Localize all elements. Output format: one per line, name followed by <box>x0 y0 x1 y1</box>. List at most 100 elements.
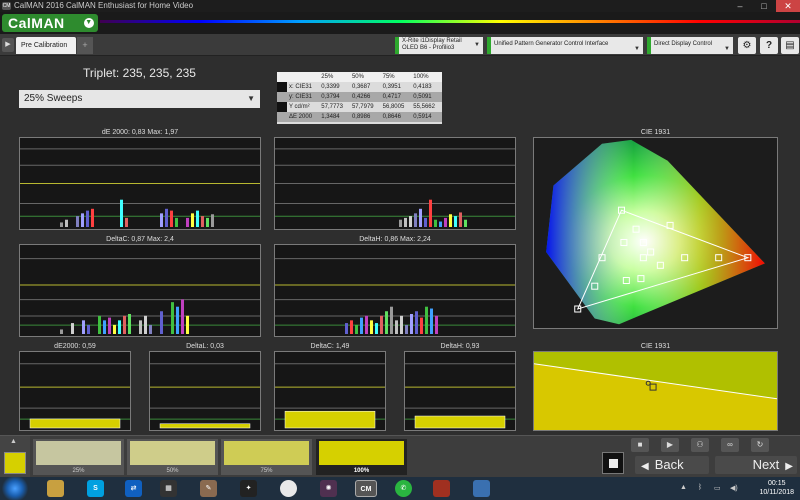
table-row: Y cd/m² 57,7773 57,7979 56,8005 55,5662 <box>277 102 442 112</box>
table-cell: 56,8005 <box>382 104 405 110</box>
calman-taskbar-icon[interactable]: CM <box>355 480 377 497</box>
bar <box>430 308 433 334</box>
play-arrow-icon[interactable]: ▶ <box>2 38 14 52</box>
remote-desktop-icon[interactable] <box>473 480 490 497</box>
refresh-icon[interactable]: ↻ <box>751 438 769 452</box>
current-color-swatch <box>4 452 26 474</box>
read-series-icon[interactable]: ⚇ <box>691 438 709 452</box>
back-button[interactable]: ◀ Back <box>635 456 709 474</box>
row-label: x: CIE31 <box>289 84 313 90</box>
cie-svg <box>546 139 765 325</box>
small-deltah-chart <box>404 351 516 431</box>
patch-100[interactable]: 100% <box>316 439 407 475</box>
play-icon[interactable]: ▶ <box>661 438 679 452</box>
paint-icon[interactable]: ✎ <box>200 480 217 497</box>
chrome-icon[interactable] <box>280 480 297 497</box>
bluetooth-icon[interactable]: ᛒ <box>698 484 702 491</box>
media-app-icon[interactable]: ✺ <box>320 480 337 497</box>
layout-button[interactable]: ▤ <box>781 37 799 54</box>
bar <box>65 219 68 227</box>
bar <box>424 217 427 227</box>
patch-50[interactable]: 50% <box>127 439 218 475</box>
table-cell: 57,7773 <box>321 104 343 110</box>
patch-25[interactable]: 25% <box>33 439 124 475</box>
close-icon[interactable]: ✕ <box>776 0 800 12</box>
bar <box>444 217 447 227</box>
meter-selector[interactable]: X-Rite i1Display Retail OLED B6 - Profil… <box>395 37 483 54</box>
cie-top-title: CIE 1931 <box>640 129 671 136</box>
start-button[interactable] <box>0 477 30 500</box>
bar <box>399 219 402 227</box>
tray-chevron-icon[interactable]: ▲ <box>680 484 687 491</box>
bar <box>76 216 79 227</box>
table-header: 100% <box>411 72 442 82</box>
bar-chart-svg <box>20 258 260 334</box>
layout-icon: ▤ <box>785 40 795 51</box>
skype-icon[interactable]: S <box>87 480 104 497</box>
window-title: CalMAN 2016 CalMAN Enthusiast for Home V… <box>14 1 194 10</box>
app-icon-red[interactable] <box>433 480 450 497</box>
minimize-icon[interactable]: – <box>728 0 752 12</box>
chevron-up-icon[interactable]: ▲ <box>10 438 17 445</box>
sweep-select[interactable]: 25% Sweeps ▼ <box>19 90 260 108</box>
bar <box>86 210 89 227</box>
add-tab-button[interactable]: + <box>77 37 93 54</box>
stop-icon[interactable]: ■ <box>631 438 649 452</box>
bar <box>125 217 128 227</box>
table-row: x: CIE31 0,3399 0,3687 0,3951 0,4183 <box>277 82 442 92</box>
value-bar <box>414 415 506 429</box>
settings-app-icon[interactable]: ▦ <box>160 480 177 497</box>
window-controls: – □ ✕ <box>728 0 800 12</box>
patch-swatch <box>224 441 309 465</box>
chevron-down-icon: ▼ <box>724 46 730 52</box>
teamviewer-icon[interactable]: ⇄ <box>125 480 142 497</box>
small-chart-svg <box>150 363 260 429</box>
app-icon-dark[interactable]: ✦ <box>240 480 257 497</box>
bar <box>160 213 163 227</box>
small-chart-svg <box>275 363 385 429</box>
maximize-icon[interactable]: □ <box>752 0 776 12</box>
continuous-icon[interactable]: ∞ <box>721 438 739 452</box>
bar-chart-svg <box>275 148 515 227</box>
table-cell: 57,7979 <box>351 104 374 110</box>
bar <box>360 317 363 334</box>
bar <box>410 313 413 334</box>
patch-swatch <box>36 441 121 465</box>
table-row: ΔE 2000 1,3484 0,8986 0,8646 0,5914 <box>277 112 442 122</box>
next-label: Next <box>752 457 780 472</box>
table-header: 25% <box>319 72 350 82</box>
system-clock: 00:15 10/11/2018 <box>759 479 794 497</box>
bar <box>435 315 438 334</box>
logo-text: CalMAN <box>8 15 65 31</box>
small-chart-svg <box>405 363 515 429</box>
bar <box>128 313 131 334</box>
bar <box>123 315 126 334</box>
generator-selector[interactable]: Unified Pattern Generator Control Interf… <box>487 37 643 54</box>
table-cell: 0,5091 <box>411 92 442 102</box>
table-cell: 0,8986 <box>349 112 381 122</box>
bar <box>165 208 168 227</box>
display-selector[interactable]: Direct Display Control ▼ <box>647 37 733 54</box>
calman-logo-button[interactable]: CalMAN ▼ <box>2 14 98 32</box>
stop-button[interactable] <box>602 452 624 474</box>
bar <box>464 219 467 227</box>
patch-75[interactable]: 75% <box>221 439 312 475</box>
network-icon[interactable]: ▭ <box>714 484 721 492</box>
next-button[interactable]: Next ▶ <box>715 456 797 474</box>
volume-icon[interactable]: ◀) <box>730 484 738 492</box>
whatsapp-icon[interactable]: ✆ <box>395 480 412 497</box>
workspace: Triplet: 235, 235, 235 25% Sweeps ▼ 25% … <box>0 56 800 435</box>
table-cell: 55,5662 <box>413 104 435 110</box>
bar <box>103 320 106 334</box>
patch-label: 50% <box>166 468 179 474</box>
bar <box>81 213 84 227</box>
bar <box>176 306 179 334</box>
bar <box>420 317 423 334</box>
file-explorer-icon[interactable] <box>47 480 64 497</box>
help-icon: ? <box>765 40 773 51</box>
value-bar <box>29 418 121 429</box>
settings-button[interactable]: ⚙ <box>738 37 756 54</box>
bar <box>459 212 462 227</box>
help-button[interactable]: ? <box>760 37 778 54</box>
tab-pre-calibration[interactable]: Pre Calibration <box>16 37 76 54</box>
